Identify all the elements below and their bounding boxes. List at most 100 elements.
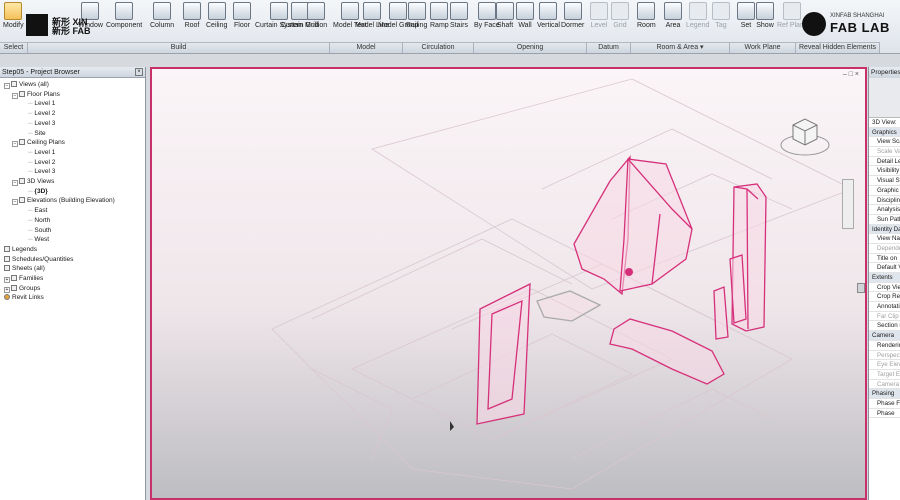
tree-item[interactable]: ─ South [28,226,51,236]
panel-model[interactable]: Model [330,42,403,53]
property-row[interactable]: 3D View: [869,118,900,128]
property-row[interactable]: Target Elevation [869,370,900,380]
tree-item[interactable]: − Views (all) [4,80,49,90]
property-row[interactable]: Discipline [869,196,900,206]
property-row[interactable]: Phase Filter [869,399,900,409]
tree-item[interactable]: ─ Site [28,129,46,139]
viewport-scroll-knob[interactable] [857,283,865,293]
property-group-header[interactable]: Identity Data [869,224,900,235]
tool-modify[interactable]: Modify [3,2,24,40]
tool-floor[interactable]: Floor [233,2,251,40]
tool-room[interactable]: Room [637,2,656,40]
tree-item[interactable]: − Floor Plans [12,90,60,100]
expand-toggle-icon[interactable]: − [12,199,18,206]
expand-toggle-icon[interactable]: − [12,92,18,99]
tree-item[interactable]: − Ceiling Plans [12,138,65,148]
property-row[interactable]: Camera Position [869,380,900,390]
property-row[interactable]: Crop View [869,283,900,293]
tool-vertical[interactable]: Vertical [537,2,560,40]
expand-toggle-icon[interactable]: − [12,180,18,186]
property-row[interactable]: View Scale [869,137,900,148]
tree-item[interactable]: ─ Level 3 [28,119,55,129]
tree-item[interactable]: + Families [4,274,43,284]
panel-build[interactable]: Build [28,42,330,53]
property-group-header[interactable]: Camera [869,331,900,341]
tree-item[interactable]: ─ North [28,216,50,226]
tool-level[interactable]: Level [590,2,608,40]
tool-ramp[interactable]: Ramp [430,2,449,40]
tool-legend[interactable]: Legend [686,2,709,40]
model-canvas[interactable] [152,69,867,500]
panel-work-plane[interactable]: Work Plane [730,42,796,53]
property-row[interactable]: Default View [869,263,900,273]
tree-item[interactable]: + Groups [4,284,40,294]
tree-item[interactable]: − 3D Views [12,177,54,187]
property-group-header[interactable]: Extents [869,273,900,283]
tree-item[interactable]: ─ West [28,235,49,245]
tool-grid[interactable]: Grid [611,2,629,40]
property-row[interactable]: Visual Style [869,176,900,186]
tree-item[interactable]: Revit Links [4,293,44,303]
expand-toggle-icon[interactable]: − [4,83,10,89]
property-row[interactable]: Eye Elevation [869,360,900,370]
tool-ceiling[interactable]: Ceiling [206,2,227,40]
tree-item[interactable]: ─ Level 3 [28,167,55,177]
tool-wall[interactable]: Wall [516,2,534,40]
expand-toggle-icon[interactable]: − [12,141,18,148]
tool-area[interactable]: Area [664,2,682,40]
tool-railing[interactable]: Railing [406,2,427,40]
property-row[interactable]: Crop Region [869,292,900,303]
tree-item[interactable]: − Elevations (Building Elevation) [12,196,115,206]
tree-item[interactable]: Legends [4,245,37,255]
tree-item[interactable]: ─ Level 1 [28,148,55,158]
tool-show[interactable]: Show [756,2,774,40]
panel-datum[interactable]: Datum [587,42,631,53]
property-row[interactable]: Perspective [869,351,900,361]
panel-circulation[interactable]: Circulation [403,42,474,53]
expand-toggle-icon[interactable]: + [4,277,10,283]
panel-select[interactable]: Select [0,42,28,53]
property-row[interactable]: Visibility [869,166,900,177]
tree-item[interactable]: ─ {3D} [28,187,48,197]
tool-column[interactable]: Column [150,2,174,40]
tool-roof[interactable]: Roof [183,2,201,40]
property-row[interactable]: Dependency [869,244,900,254]
tool-stairs[interactable]: Stairs [450,2,468,40]
property-row[interactable]: Section Box [869,321,900,332]
property-row[interactable]: Graphic Display [869,186,900,196]
property-row[interactable]: Rendering [869,341,900,351]
panel-room-area-[interactable]: Room & Area ▾ [631,42,730,53]
tree-item[interactable]: Schedules/Quantities [4,255,73,265]
property-row[interactable]: Phase [869,409,900,419]
close-icon[interactable]: × [135,68,143,76]
property-group-header[interactable]: Phasing [869,389,900,399]
navigation-bar[interactable] [842,179,854,229]
property-row[interactable]: View Name [869,234,900,244]
selected-point-icon[interactable] [625,268,633,276]
tool-tag[interactable]: Tag [712,2,730,40]
panel-reveal-hidden-elements[interactable]: Reveal Hidden Elements [796,42,880,53]
tool-mullion[interactable]: Mullion [305,2,327,40]
panel-opening[interactable]: Opening [474,42,587,53]
property-row[interactable]: Scale Value [869,147,900,157]
property-row[interactable]: Detail Level [869,157,900,167]
property-row[interactable]: Far Clip [869,312,900,322]
property-group-header[interactable]: Graphics [869,127,900,138]
tool-set[interactable]: Set [737,2,755,40]
property-row[interactable]: Title on [869,254,900,264]
property-row[interactable]: Sun Path [869,215,900,225]
property-row[interactable]: Annotation [869,302,900,312]
viewcube-icon[interactable] [778,107,832,161]
type-selector-thumbnail[interactable] [869,78,900,118]
tool-dormer[interactable]: Dormer [561,2,584,40]
tree-item[interactable]: Sheets (all) [4,264,45,274]
tree-item[interactable]: ─ Level 2 [28,109,55,119]
tree-item[interactable]: ─ Level 2 [28,158,55,168]
3d-viewport[interactable]: – □ × [150,67,867,500]
tool-component[interactable]: Component [106,2,142,40]
tool-shaft[interactable]: Shaft [496,2,514,40]
property-row[interactable]: Analysis [869,205,900,215]
tree-item[interactable]: ─ East [28,206,47,216]
expand-toggle-icon[interactable]: + [4,286,10,293]
tree-item[interactable]: ─ Level 1 [28,99,55,109]
